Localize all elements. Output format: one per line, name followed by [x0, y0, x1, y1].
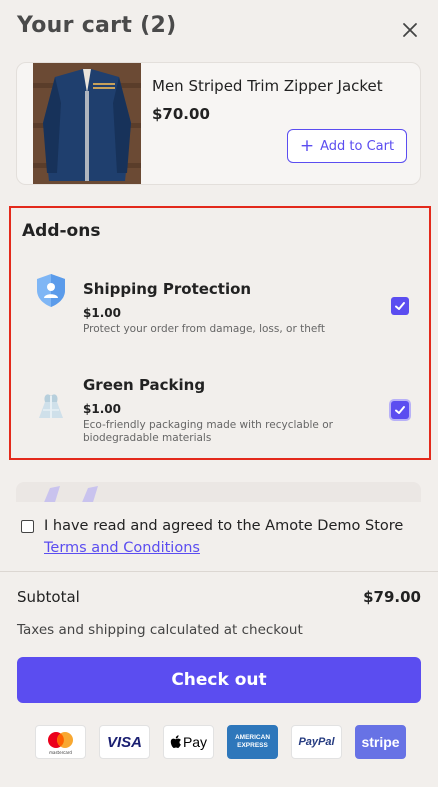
paypal-icon: PayPal: [291, 725, 342, 759]
divider: [0, 571, 438, 572]
shield-icon: [31, 270, 71, 310]
product-name[interactable]: Men Striped Trim Zipper Jacket: [152, 77, 407, 95]
subtotal-value: $79.00: [363, 588, 421, 606]
add-to-cart-label: Add to Cart: [320, 138, 395, 154]
eco-bag-icon: [31, 384, 71, 424]
cart-scroll-area[interactable]: Men Striped Trim Zipper Jacket $70.00 + …: [0, 58, 438, 502]
recommendation-card: [16, 482, 421, 502]
product-price: $70.00: [152, 105, 210, 123]
checkout-button[interactable]: Check out: [17, 657, 421, 703]
terms-agreement: I have read and agreed to the Amote Demo…: [21, 515, 421, 559]
tax-note: Taxes and shipping calculated at checkou…: [17, 622, 303, 638]
svg-text:mastercard: mastercard: [49, 750, 72, 755]
subtotal-label: Subtotal: [17, 588, 80, 606]
terms-link[interactable]: Terms and Conditions: [44, 540, 200, 556]
addon-description: Eco-friendly packaging made with recycla…: [83, 419, 333, 444]
product-image: [33, 63, 141, 184]
cart-header: Your cart (2): [0, 0, 438, 58]
addon-shipping-protection[interactable]: Shipping Protection $1.00 Protect your o…: [11, 258, 429, 348]
addon-name: Green Packing: [83, 376, 206, 394]
amex-icon: AMERICAN EXPRESS: [227, 725, 278, 759]
mastercard-icon: mastercard: [35, 725, 86, 759]
terms-text: I have read and agreed to the Amote Demo…: [44, 518, 404, 534]
addon-green-packing[interactable]: Green Packing $1.00 Eco-friendly packagi…: [11, 354, 429, 444]
shipping-protection-checkbox[interactable]: [391, 297, 409, 315]
addon-price: $1.00: [83, 306, 121, 320]
close-icon[interactable]: [398, 18, 422, 42]
addon-price: $1.00: [83, 402, 121, 416]
addon-description: Protect your order from damage, loss, or…: [83, 323, 325, 335]
visa-icon: VISA: [99, 725, 150, 759]
plus-icon: +: [299, 135, 315, 156]
terms-checkbox[interactable]: [21, 520, 34, 533]
addons-section: Add-ons Shipping Protection $1.00 Protec…: [9, 206, 431, 460]
payment-methods: mastercard VISA Pay AMERICAN EXPRESS Pay…: [35, 725, 406, 759]
addons-title: Add-ons: [22, 221, 101, 241]
green-packing-checkbox[interactable]: [391, 401, 409, 419]
cart-footer: I have read and agreed to the Amote Demo…: [0, 502, 438, 787]
addon-name: Shipping Protection: [83, 280, 252, 298]
add-to-cart-button[interactable]: + Add to Cart: [287, 129, 407, 163]
stripe-icon: stripe: [355, 725, 406, 759]
apple-pay-icon: Pay: [163, 725, 214, 759]
cart-title: Your cart (2): [17, 13, 177, 38]
cart-item: Men Striped Trim Zipper Jacket $70.00 + …: [16, 62, 421, 185]
